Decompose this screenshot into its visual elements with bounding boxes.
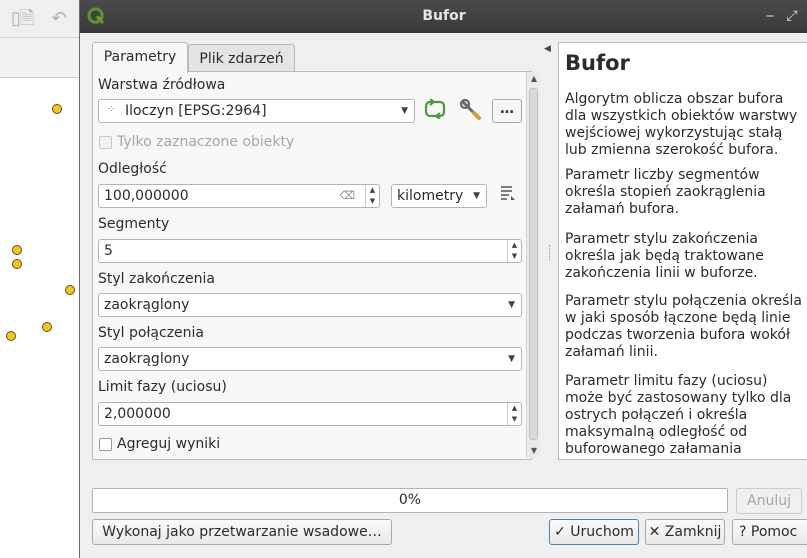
join-style-label: Styl połączenia xyxy=(98,325,205,341)
miter-limit-input[interactable]: 2,000000 ▲ ▼ xyxy=(98,402,522,426)
help-paragraph: Algorytm oblicza obszar bufora dla wszys… xyxy=(565,91,798,158)
minimize-icon[interactable]: ‒ xyxy=(761,7,779,25)
run-button-label: Uruchom xyxy=(570,524,634,540)
map-point xyxy=(52,104,62,114)
distance-input[interactable]: 100,000000 ⌫ ▲ ▼ xyxy=(98,184,380,208)
segments-spinner[interactable]: ▲ ▼ xyxy=(507,240,521,262)
distance-unit-combo[interactable]: kilometry ▼ xyxy=(391,184,487,208)
splitter-handle[interactable] xyxy=(549,245,552,261)
check-icon: ✓ xyxy=(554,524,566,540)
cancel-button[interactable]: Anuluj xyxy=(736,488,802,514)
chevron-down-icon: ▼ xyxy=(508,300,515,310)
chevron-down-icon: ▼ xyxy=(401,106,408,116)
end-cap-combo[interactable]: zaokrąglony ▼ xyxy=(98,293,522,317)
distance-label: Odległość xyxy=(98,161,167,177)
scroll-thumb[interactable] xyxy=(529,88,538,440)
map-point xyxy=(6,331,16,341)
undo-icon[interactable]: ↶ xyxy=(49,8,69,30)
title-bar[interactable]: Bufor ‒ ⤢ xyxy=(80,0,807,33)
help-paragraph: Parametr limitu fazy (uciosu) może być z… xyxy=(565,373,792,459)
maximize-icon[interactable]: ⤢ xyxy=(783,7,801,25)
source-layer-value: Iloczyn [EPSG:2964] xyxy=(125,103,267,119)
help-question-icon: ? xyxy=(739,524,747,540)
help-paragraph: Parametr liczby segmentów określa stopie… xyxy=(565,167,766,217)
progress-bar: 0% xyxy=(92,488,728,513)
dissolve-label: Agreguj wyniki xyxy=(117,436,221,452)
data-defined-icon[interactable] xyxy=(495,184,521,208)
scroll-down-icon[interactable]: ▼ xyxy=(527,444,541,458)
map-canvas[interactable] xyxy=(0,79,80,558)
selected-only-label: Tylko zaznaczone obiekty xyxy=(117,134,295,150)
main-toolbar: ▯ 🗎 ↶ xyxy=(0,0,80,38)
end-cap-label: Styl zakończenia xyxy=(98,271,215,287)
chevron-down-icon: ▼ xyxy=(508,354,515,364)
buffer-dialog: Bufor ‒ ⤢ Parametry Plik zdarzeń Warstwa… xyxy=(79,0,807,558)
wrench-icon[interactable] xyxy=(458,98,484,123)
dissolve-checkbox[interactable] xyxy=(99,438,112,451)
parameters-panel: Warstwa źródłowa ⁘ Iloczyn [EPSG:2964] ▼… xyxy=(92,71,532,460)
scroll-up-icon[interactable]: ▲ xyxy=(527,72,541,86)
refresh-icon[interactable] xyxy=(422,98,448,123)
tab-parameters[interactable]: Parametry xyxy=(92,42,188,73)
help-paragraph: Parametr stylu połączenia określa w jaki… xyxy=(565,293,802,360)
segments-label: Segmenty xyxy=(98,216,170,232)
help-paragraph: Parametr stylu zakończenia określa jak b… xyxy=(565,231,764,281)
map-point xyxy=(12,259,22,269)
close-button[interactable]: ✕ Zamknij xyxy=(645,519,725,545)
distance-unit-value: kilometry xyxy=(397,188,464,204)
join-style-combo[interactable]: zaokrąglony ▼ xyxy=(98,347,522,371)
segments-value: 5 xyxy=(104,243,113,259)
map-point xyxy=(12,245,22,255)
collapse-help-icon[interactable]: ◀ xyxy=(544,44,551,54)
close-button-label: Zamknij xyxy=(664,524,722,540)
selected-only-checkbox[interactable] xyxy=(99,136,112,149)
distance-spinner[interactable]: ▲ ▼ xyxy=(365,185,379,207)
distance-value: 100,000000 xyxy=(104,188,189,204)
browse-button[interactable]: … xyxy=(492,99,522,123)
run-button[interactable]: ✓ Uruchom xyxy=(549,519,639,545)
chevron-down-icon: ▼ xyxy=(473,191,480,201)
segments-input[interactable]: 5 ▲ ▼ xyxy=(98,239,522,263)
close-icon: ✕ xyxy=(648,524,661,540)
join-style-value: zaokrąglony xyxy=(104,351,190,367)
progress-label: 0% xyxy=(398,492,422,508)
batch-process-button[interactable]: Wykonaj jako przetwarzanie wsadowe… xyxy=(92,519,392,545)
miter-limit-value: 2,000000 xyxy=(104,406,171,422)
help-button[interactable]: ? Pomoc xyxy=(732,519,807,545)
help-button-label: Pomoc xyxy=(750,524,798,540)
clear-icon[interactable]: ⌫ xyxy=(339,185,355,207)
source-layer-combo[interactable]: ⁘ Iloczyn [EPSG:2964] ▼ xyxy=(98,99,415,123)
map-point xyxy=(65,285,75,295)
end-cap-value: zaokrąglony xyxy=(104,297,190,313)
source-layer-label: Warstwa źródłowa xyxy=(98,77,226,93)
layer-toolbar xyxy=(0,38,80,78)
parameters-scrollbar[interactable]: ▲ ▼ xyxy=(526,72,540,458)
help-panel: Bufor Algorytm oblicza obszar bufora dla… xyxy=(558,42,807,460)
tab-log[interactable]: Plik zdarzeń xyxy=(188,44,295,74)
miter-limit-spinner[interactable]: ▲ ▼ xyxy=(507,403,521,425)
map-point xyxy=(42,322,52,332)
point-layer-icon: ⁘ xyxy=(107,104,116,115)
save-project-icon[interactable]: 🗎 xyxy=(17,8,37,30)
help-title: Bufor xyxy=(565,51,630,75)
miter-limit-label: Limit fazy (uciosu) xyxy=(98,379,227,395)
window-title: Bufor xyxy=(422,8,466,24)
